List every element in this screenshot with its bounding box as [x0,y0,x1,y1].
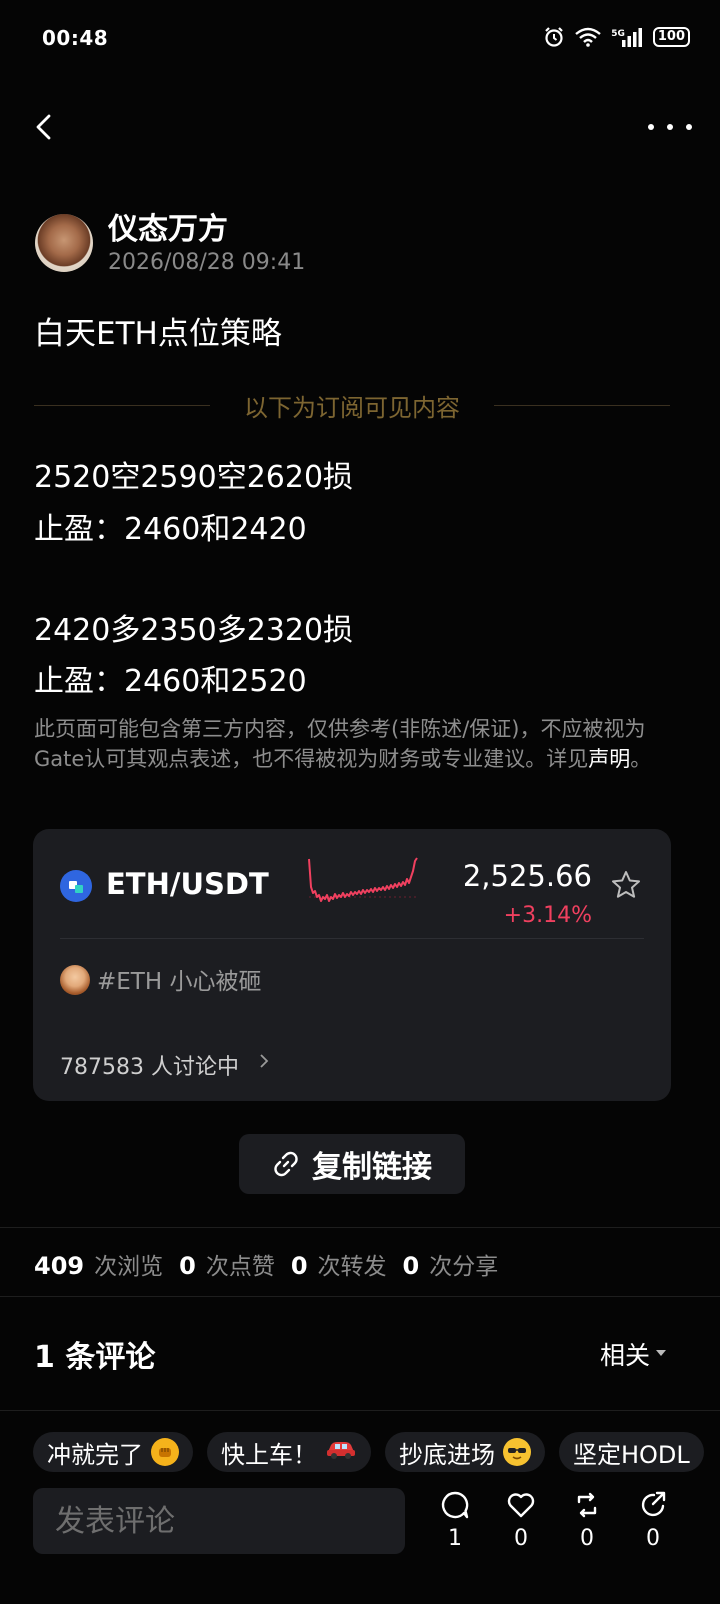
price-sparkline [308,857,418,902]
divider-right [494,405,670,406]
battery-indicator: 100 [652,27,690,47]
post-time: 2026/08/28 09:41 [108,250,306,275]
section-divider [0,1296,720,1297]
ticker-card[interactable]: ETH/USDT 2,525.66 +3.14% #ETH 小心被砸 78758… [33,829,671,1101]
pair-name: ETH/USDT [106,867,269,901]
heart-icon [507,1493,535,1518]
alarm-icon [545,27,563,47]
repost-icon [577,1492,597,1518]
likes-count: 0 [179,1252,196,1280]
content-line: 止盈：2460和2420 [34,512,307,547]
discussion-count[interactable]: 787583 人讨论中 [60,1049,239,1081]
share-count: 0 [646,1526,660,1551]
quick-reply-bar: 冲就完了 快上车！ 抄底进场 坚定HODL [33,1432,704,1472]
comments-title: 1 条评论 [34,1340,156,1375]
quick-reply-chip[interactable]: 快上车！ [207,1432,371,1472]
caret-down-icon[interactable] [656,1350,666,1356]
eth-coin-icon [60,870,92,902]
fist-emoji-icon [151,1438,179,1466]
status-icons: 5G 100 [543,26,690,48]
shares-count: 0 [402,1252,420,1280]
author-name[interactable]: 仪态万方 [108,204,228,248]
topic-avatar [60,965,90,995]
copy-link-button[interactable]: 复制链接 [239,1134,465,1194]
disclaimer-link[interactable]: 声明 [588,747,630,771]
section-divider [0,1227,720,1228]
quick-reply-label: 快上车！ [221,1440,317,1469]
network-type: 5G [611,29,625,39]
car-emoji-icon [325,1438,357,1466]
post-title: 白天ETH点位策略 [34,316,282,352]
reposts-label: 次转发 [317,1254,387,1280]
views-label: 次浏览 [94,1254,164,1280]
card-divider [60,938,644,939]
disclaimer-end: 。 [630,747,652,771]
copy-link-label: 复制链接 [312,1150,432,1185]
comment-sort-dropdown[interactable]: 相关 [600,1336,650,1372]
more-options-icon[interactable] [648,112,692,142]
quick-reply-chip[interactable]: 抄底进场 [385,1432,545,1472]
ticker-change: +3.14% [503,903,592,928]
back-icon[interactable] [30,112,60,142]
comment-count: 1 [448,1526,462,1551]
content-line: 2420多2350多2320损 [34,613,354,648]
like-action[interactable]: 0 [499,1490,543,1551]
sunglasses-emoji-icon [503,1438,531,1466]
reposts-count: 0 [290,1252,308,1280]
repost-count: 0 [580,1526,594,1551]
shares-label: 次分享 [429,1254,499,1280]
repost-action[interactable]: 0 [565,1490,609,1551]
quick-reply-label: 冲就完了 [47,1440,143,1469]
share-icon [641,1491,666,1517]
comment-icon [441,1491,469,1519]
ticker-price: 2,525.66 [462,859,592,893]
quick-reply-chip[interactable]: 冲就完了 [33,1432,193,1472]
quick-reply-chip[interactable]: 坚定HODL [559,1432,704,1472]
comment-action[interactable]: 1 [433,1490,477,1551]
views-count: 409 [34,1252,85,1280]
section-divider [0,1410,720,1411]
status-time: 00:48 [42,26,109,50]
likes-label: 次点赞 [205,1254,275,1280]
disclaimer-text: 此页面可能包含第三方内容，仅供参考(非陈述/保证)，不应被视为Gate认可其观点… [34,717,646,771]
chevron-right-icon [260,1054,269,1068]
quick-reply-label: 抄底进场 [399,1440,495,1469]
author-avatar[interactable] [35,214,93,272]
like-count: 0 [514,1526,528,1551]
link-icon [274,1151,298,1177]
share-action[interactable]: 0 [631,1490,675,1551]
star-icon[interactable] [610,869,642,901]
wifi-icon [575,27,601,47]
content-line: 止盈：2460和2520 [34,664,307,699]
disclaimer: 此页面可能包含第三方内容，仅供参考(非陈述/保证)，不应被视为Gate认可其观点… [34,714,664,774]
comment-input[interactable] [33,1488,405,1554]
quick-reply-label: 坚定HODL [573,1440,690,1469]
topic-hashtag[interactable]: #ETH 小心被砸 [97,962,261,996]
content-line: 2520空2590空2620损 [34,460,354,495]
post-stats: 409 次浏览 0 次点赞 0 次转发 0 次分享 [34,1247,514,1281]
